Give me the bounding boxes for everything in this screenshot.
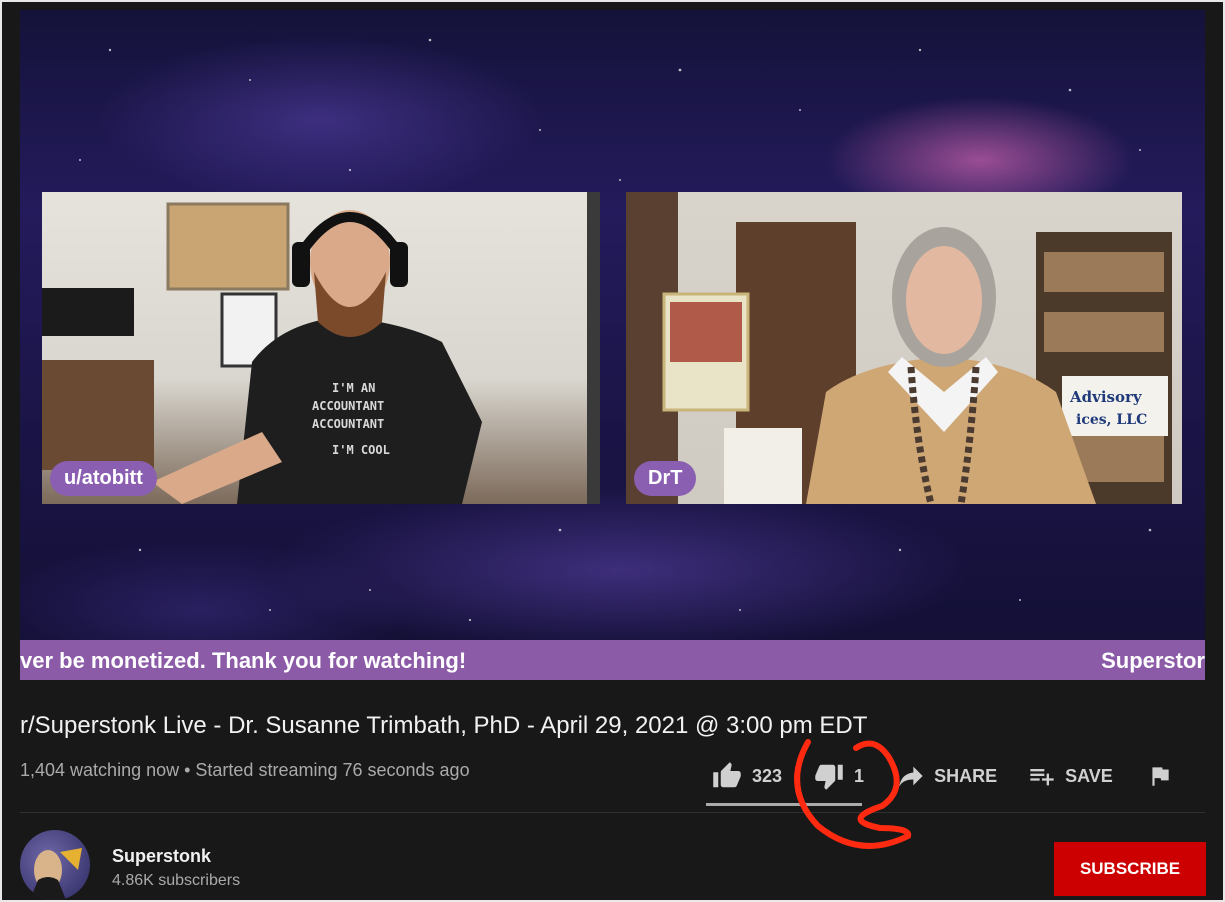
dislike-button[interactable]: 1 — [812, 761, 864, 791]
banner-text-right: Superstor — [1101, 648, 1205, 673]
channel-info: Superstonk 4.86K subscribers — [20, 830, 240, 900]
webcam-left: I'M AN ACCOUNTANT ACCOUNTANT I'M COOL u/… — [42, 192, 600, 504]
camera-label-right: DrT — [634, 461, 697, 496]
save-button[interactable]: SAVE — [1027, 762, 1113, 790]
like-ratio-fill — [706, 803, 862, 806]
svg-text:Advisory: Advisory — [1069, 388, 1143, 406]
svg-text:I'M AN: I'M AN — [332, 381, 375, 395]
video-player[interactable]: I'M AN ACCOUNTANT ACCOUNTANT I'M COOL u/… — [20, 10, 1205, 680]
person-left-illustration: I'M AN ACCOUNTANT ACCOUNTANT I'M COOL — [42, 192, 600, 504]
webcam-right: Advisory ices, LLC DrT — [626, 192, 1182, 504]
channel-avatar[interactable] — [20, 830, 90, 900]
svg-text:ices, LLC: ices, LLC — [1076, 412, 1147, 428]
svg-text:ACCOUNTANT: ACCOUNTANT — [312, 399, 384, 413]
action-bar: 323 1 SHARE SAVE — [710, 758, 1173, 794]
person-right-illustration: Advisory ices, LLC — [626, 192, 1172, 504]
video-meta: 1,404 watching now • Started streaming 7… — [20, 760, 470, 780]
camera-label-left: u/atobitt — [50, 461, 157, 496]
subscriber-count: 4.86K subscribers — [112, 872, 241, 889]
video-title: r/Superstonk Live - Dr. Susanne Trimbath… — [20, 712, 868, 739]
svg-text:I'M COOL: I'M COOL — [332, 443, 390, 457]
save-label: SAVE — [1065, 765, 1113, 786]
subscribe-button[interactable]: SUBSCRIBE — [1054, 842, 1206, 896]
scrolling-banner: ver be monetized. Thank you for watching… — [20, 640, 1205, 680]
share-button[interactable]: SHARE — [896, 762, 997, 790]
share-label: SHARE — [934, 765, 998, 786]
channel-name[interactable]: Superstonk — [112, 846, 211, 867]
banner-text-left: ver be monetized. Thank you for watching… — [20, 648, 467, 673]
flag-icon — [1152, 767, 1169, 786]
divider — [20, 812, 1205, 813]
report-button[interactable] — [1147, 762, 1173, 790]
playlist-add-icon — [1030, 769, 1054, 786]
share-arrow-icon — [899, 766, 923, 787]
dislike-count: 1 — [854, 765, 865, 786]
thumbs-up-icon — [713, 762, 741, 788]
like-count: 323 — [752, 765, 783, 786]
like-ratio-bar — [706, 803, 862, 806]
svg-text:ACCOUNTANT: ACCOUNTANT — [312, 417, 384, 431]
avatar-image — [30, 848, 82, 900]
like-button[interactable]: 323 — [710, 761, 782, 791]
thumbs-down-icon — [815, 764, 843, 790]
